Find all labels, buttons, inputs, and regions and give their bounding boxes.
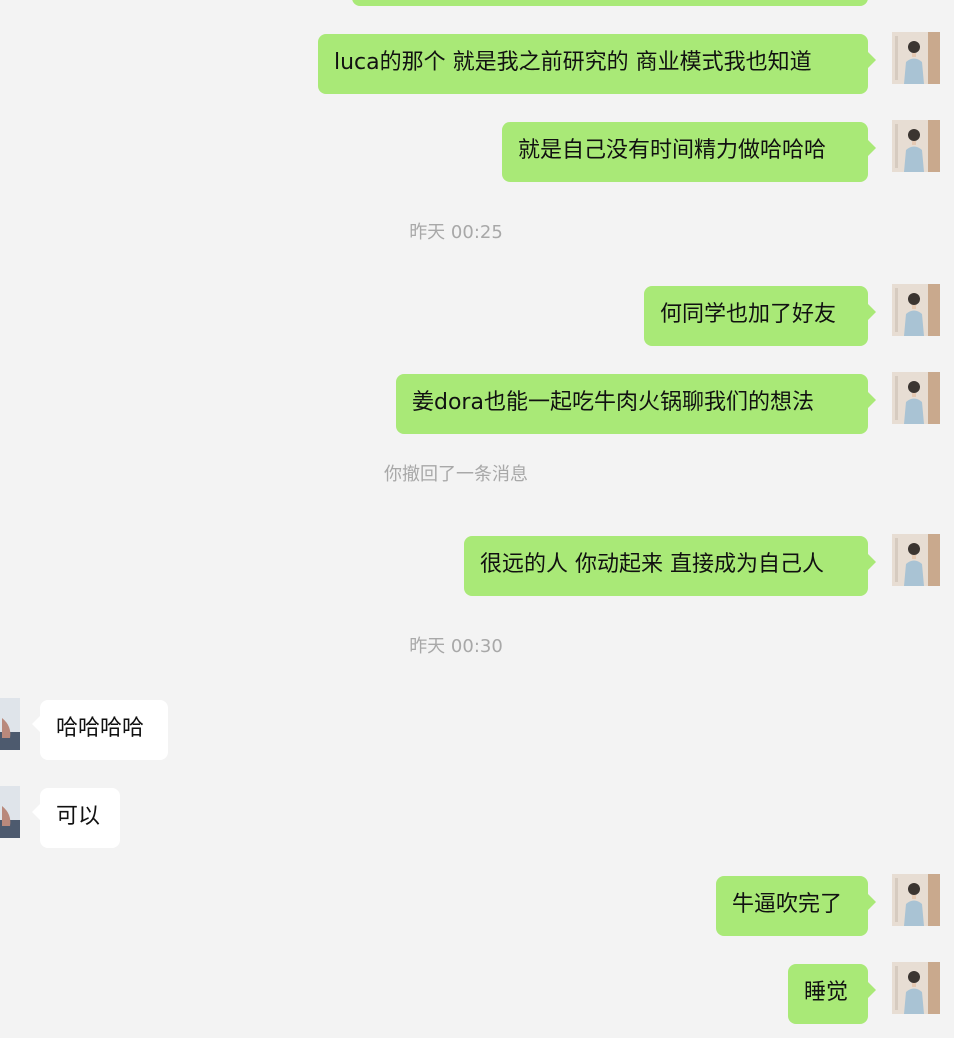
previous-message-bubble[interactable] xyxy=(352,0,868,6)
person-avatar-icon xyxy=(892,372,940,424)
message-bubble-incoming[interactable]: 哈哈哈哈 xyxy=(40,700,168,760)
message-bubble-outgoing[interactable]: 姜dora也能一起吃牛肉火锅聊我们的想法 xyxy=(396,374,868,434)
message-bubble-outgoing[interactable]: luca的那个 就是我之前研究的 商业模式我也知道 xyxy=(318,34,868,94)
self-avatar[interactable] xyxy=(892,962,940,1014)
person-avatar-icon xyxy=(892,32,940,84)
message-bubble-outgoing[interactable]: 睡觉 xyxy=(788,964,868,1024)
message-bubble-outgoing[interactable]: 何同学也加了好友 xyxy=(644,286,868,346)
person-avatar-icon xyxy=(0,698,20,750)
bubble-tail xyxy=(868,982,876,998)
person-avatar-icon xyxy=(892,284,940,336)
self-avatar[interactable] xyxy=(892,874,940,926)
person-avatar-icon xyxy=(892,534,940,586)
message-bubble-outgoing[interactable]: 牛逼吹完了 xyxy=(716,876,868,936)
self-avatar[interactable] xyxy=(892,284,940,336)
message-bubble-incoming[interactable]: 可以 xyxy=(40,788,120,848)
bubble-tail xyxy=(868,894,876,910)
recall-notice: 你撤回了一条消息 xyxy=(384,464,528,485)
message-bubble-outgoing[interactable]: 很远的人 你动起来 直接成为自己人 xyxy=(464,536,868,596)
bubble-tail xyxy=(868,392,876,408)
bubble-tail xyxy=(868,304,876,320)
bubble-tail xyxy=(868,554,876,570)
self-avatar[interactable] xyxy=(892,32,940,84)
self-avatar[interactable] xyxy=(892,372,940,424)
bubble-tail xyxy=(32,804,40,820)
peer-avatar[interactable] xyxy=(0,786,20,838)
person-avatar-icon xyxy=(892,874,940,926)
peer-avatar[interactable] xyxy=(0,698,20,750)
self-avatar[interactable] xyxy=(892,120,940,172)
timestamp: 昨天 00:25 xyxy=(409,222,503,243)
bubble-tail xyxy=(32,716,40,732)
message-bubble-outgoing[interactable]: 就是自己没有时间精力做哈哈哈 xyxy=(502,122,868,182)
bubble-tail xyxy=(868,52,876,68)
bubble-tail xyxy=(868,140,876,156)
person-avatar-icon xyxy=(892,120,940,172)
person-avatar-icon xyxy=(0,786,20,838)
timestamp: 昨天 00:30 xyxy=(409,636,503,657)
self-avatar[interactable] xyxy=(892,534,940,586)
person-avatar-icon xyxy=(892,962,940,1014)
